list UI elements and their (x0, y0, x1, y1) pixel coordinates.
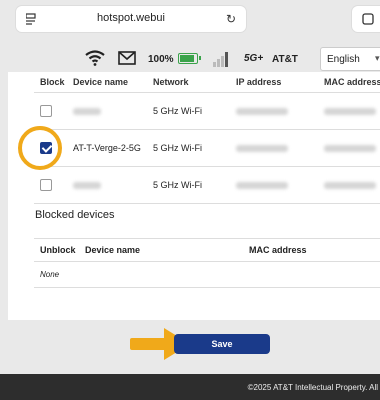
blocked-devices-table: Unblock Device name MAC address None (34, 238, 380, 288)
empty-state: None (34, 261, 380, 288)
carrier-name: AT&T (272, 54, 298, 65)
network-type: 5G+ (244, 53, 264, 64)
address-bar[interactable]: hotspot.webui ↻ (16, 6, 246, 32)
table-header-row: Block Device name Network IP address MAC… (34, 72, 380, 92)
table-header-row: Unblock Device name MAC address (34, 238, 380, 262)
signal-strength-icon (213, 52, 228, 67)
redacted-text (324, 144, 376, 152)
redacted-text (324, 181, 376, 189)
device-name-redacted (73, 91, 153, 129)
tabs-icon (362, 13, 374, 25)
highlight-circle (18, 126, 62, 170)
url-text: hotspot.webui (97, 12, 165, 24)
status-bar: 100% 5G+ AT&T English ▾ (0, 44, 380, 74)
chevron-down-icon: ▾ (375, 53, 380, 63)
copyright-text: ©2025 AT&T Intellectual Property. All (247, 383, 378, 392)
redacted-text (73, 107, 101, 115)
messages-icon[interactable] (118, 51, 136, 65)
col-device-name: Device name (73, 76, 129, 87)
col-device-name: Device name (79, 238, 243, 262)
reload-icon[interactable]: ↻ (226, 12, 236, 26)
language-select[interactable]: English ▾ (320, 47, 380, 71)
table-row: None (34, 261, 380, 288)
mac-redacted (324, 91, 380, 129)
block-checkbox[interactable] (40, 178, 52, 191)
redacted-text (236, 181, 288, 189)
device-name-redacted (73, 165, 153, 204)
device-network: 5 GHz Wi-Fi (153, 91, 236, 129)
footer: ©2025 AT&T Intellectual Property. All (0, 374, 380, 400)
col-ip-address: IP address (236, 76, 282, 87)
ip-redacted (236, 91, 324, 129)
connected-devices-table: Block Device name Network IP address MAC… (34, 72, 380, 204)
device-name: AT-T-Verge-2-5G (73, 128, 153, 166)
col-mac-address: MAC address (243, 238, 380, 262)
tabs-button[interactable] (352, 6, 380, 32)
col-block: Block (40, 76, 65, 87)
battery-icon (178, 53, 201, 64)
wifi-icon (85, 50, 105, 66)
table-row: 5 GHz Wi-Fi (34, 165, 380, 204)
device-network: 5 GHz Wi-Fi (153, 128, 236, 166)
language-value: English (327, 54, 360, 65)
redacted-text (73, 181, 101, 189)
col-network: Network (153, 76, 189, 87)
mac-redacted (324, 128, 380, 166)
redacted-text (324, 107, 376, 115)
col-mac-address: MAC address (324, 76, 380, 87)
redacted-text (236, 144, 288, 152)
table-row: AT-T-Verge-2-5G 5 GHz Wi-Fi (34, 128, 380, 166)
block-checkbox[interactable] (40, 104, 52, 117)
battery-fill (180, 55, 194, 62)
battery-percent: 100% (148, 54, 174, 65)
blocked-devices-title: Blocked devices (35, 209, 115, 221)
mac-redacted (324, 165, 380, 204)
ip-redacted (236, 165, 324, 204)
device-network: 5 GHz Wi-Fi (153, 165, 236, 204)
ip-redacted (236, 128, 324, 166)
table-row: 5 GHz Wi-Fi (34, 91, 380, 129)
redacted-text (236, 107, 288, 115)
col-unblock: Unblock (34, 238, 79, 262)
save-button[interactable]: Save (174, 334, 270, 354)
